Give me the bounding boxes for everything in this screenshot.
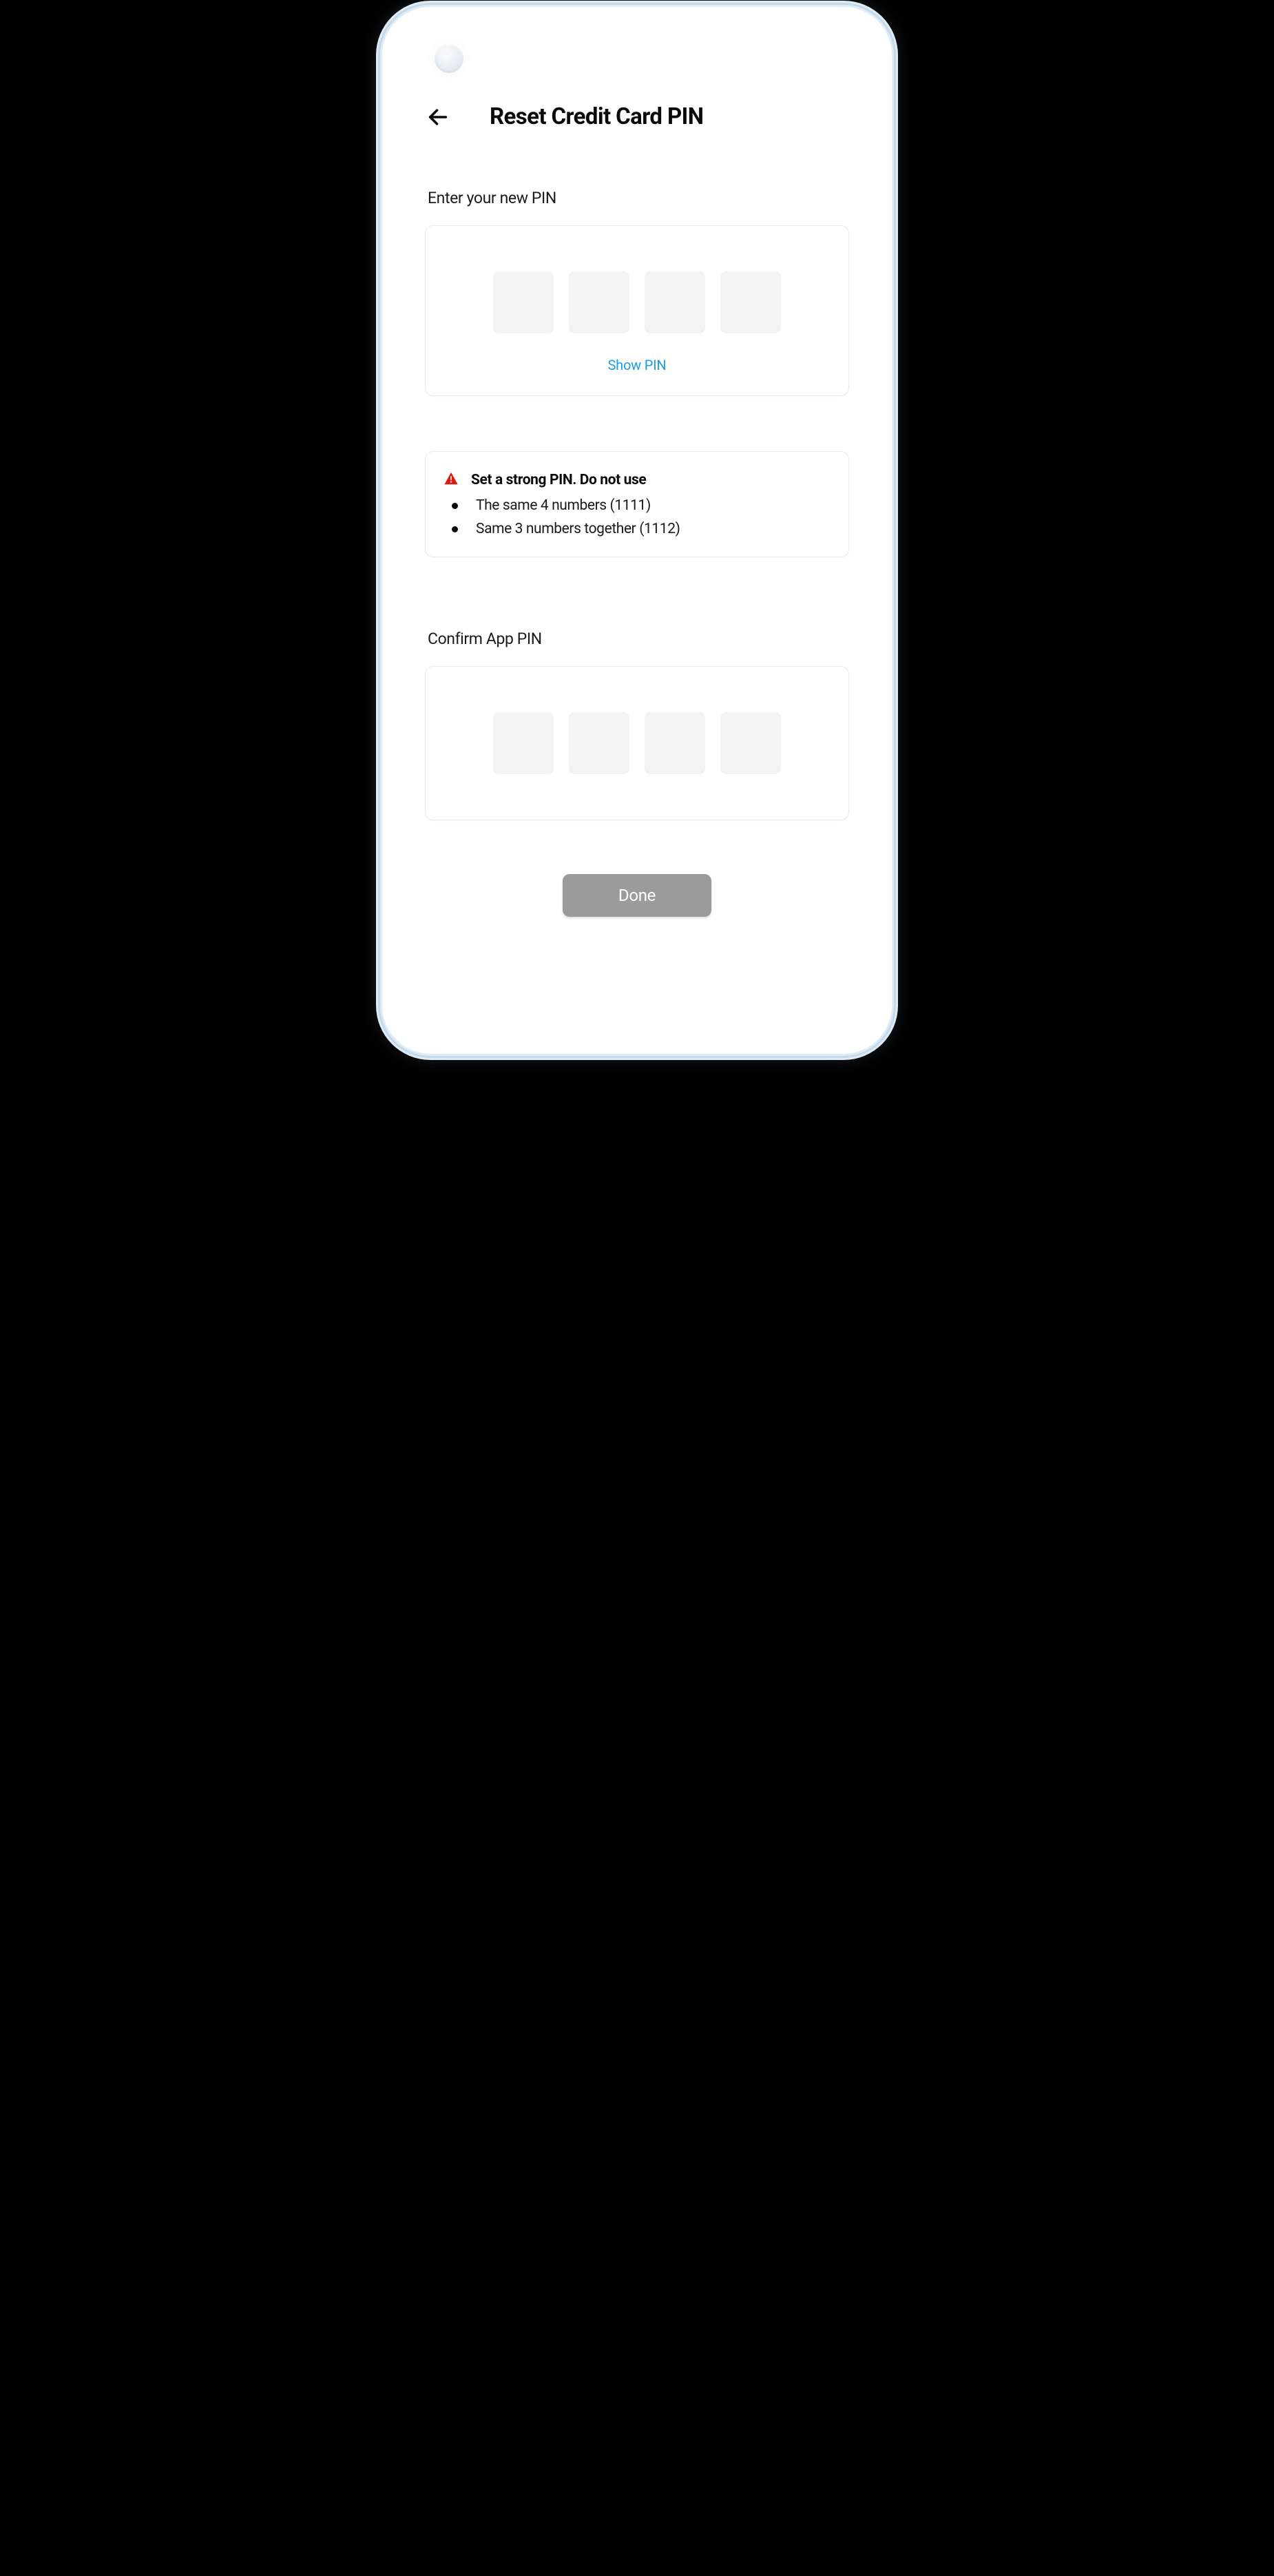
- header-bar: Reset Credit Card PIN: [417, 103, 857, 130]
- new-pin-digit-1[interactable]: [493, 271, 554, 333]
- page-title: Reset Credit Card PIN: [490, 103, 703, 130]
- pin-strength-warning: Set a strong PIN. Do not use The same 4 …: [425, 451, 849, 557]
- confirm-pin-row: [448, 712, 826, 774]
- warning-header: Set a strong PIN. Do not use: [443, 471, 831, 489]
- show-pin-toggle[interactable]: Show PIN: [448, 357, 826, 373]
- confirm-pin-card: [425, 666, 849, 820]
- back-arrow-icon[interactable]: [426, 105, 450, 129]
- new-pin-card: Show PIN: [425, 225, 849, 396]
- confirm-pin-digit-2[interactable]: [569, 712, 629, 774]
- warning-rule-item: Same 3 numbers together (1112): [446, 521, 831, 537]
- confirm-pin-digit-4[interactable]: [720, 712, 781, 774]
- content-area: Enter your new PIN Show PIN Set a: [417, 189, 857, 917]
- new-pin-row: [448, 271, 826, 333]
- done-button[interactable]: Done: [563, 874, 711, 917]
- bullet-icon: [452, 526, 458, 532]
- confirm-pin-digit-3[interactable]: [645, 712, 705, 774]
- warning-rule-text: Same 3 numbers together (1112): [476, 521, 680, 537]
- front-camera: [435, 44, 463, 73]
- new-pin-digit-4[interactable]: [720, 271, 781, 333]
- confirm-pin-digit-1[interactable]: [493, 712, 554, 774]
- warning-title: Set a strong PIN. Do not use: [471, 472, 646, 488]
- warning-rule-text: The same 4 numbers (1111): [476, 497, 651, 514]
- warning-rule-item: The same 4 numbers (1111): [446, 497, 831, 514]
- new-pin-label: Enter your new PIN: [425, 189, 849, 207]
- bullet-icon: [452, 503, 458, 509]
- warning-rules-list: The same 4 numbers (1111) Same 3 numbers…: [443, 497, 831, 537]
- new-pin-digit-3[interactable]: [645, 271, 705, 333]
- confirm-pin-label: Confirm App PIN: [425, 630, 849, 648]
- phone-frame: Reset Credit Card PIN Enter your new PIN…: [382, 7, 892, 1054]
- new-pin-digit-2[interactable]: [569, 271, 629, 333]
- warning-triangle-icon: [443, 471, 459, 489]
